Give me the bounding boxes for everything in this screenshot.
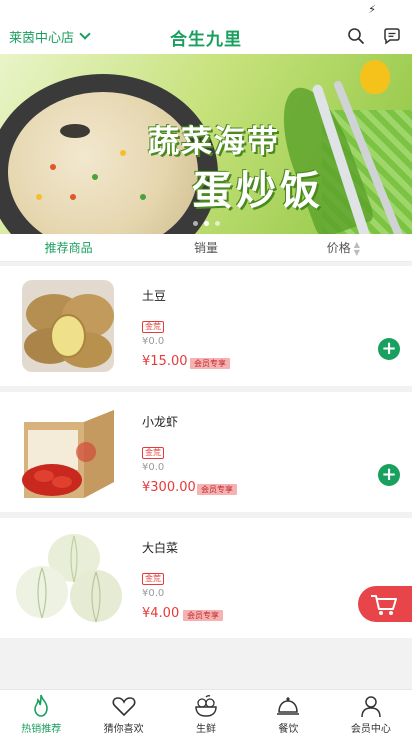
cloche-icon bbox=[277, 697, 300, 715]
product-card[interactable]: 土豆 金荒 ¥0.0 ¥15.00 会员专享 + bbox=[0, 266, 412, 386]
tab-fresh[interactable]: 生鲜 bbox=[165, 690, 247, 734]
sort-sales[interactable]: 销量 bbox=[137, 234, 274, 261]
carousel-dot[interactable] bbox=[192, 221, 198, 226]
product-tag: 金荒 bbox=[142, 447, 164, 459]
chat-icon[interactable] bbox=[382, 26, 402, 46]
potato-image bbox=[22, 280, 114, 372]
sort-price-label: 价格 bbox=[326, 241, 351, 255]
charging-icon: ⚡ bbox=[368, 3, 376, 16]
product-tag: 金荒 bbox=[142, 573, 164, 585]
product-name: 小龙虾 bbox=[142, 415, 179, 429]
tab-member[interactable]: 会员中心 bbox=[330, 690, 412, 734]
heart-icon bbox=[112, 697, 136, 717]
pea-piece bbox=[92, 174, 98, 180]
product-list: 土豆 金荒 ¥0.0 ¥15.00 会员专享 + 小龙虾 金荒 ¥0.0 ¥30… bbox=[0, 266, 412, 644]
add-to-cart-button[interactable]: + bbox=[378, 338, 400, 360]
vip-badge: 会员专享 bbox=[197, 484, 237, 495]
bottom-tab-bar: 热销推荐 猜你喜欢 生鲜 餐饮 会员中心 bbox=[0, 689, 412, 734]
onion-image bbox=[16, 534, 122, 623]
user-icon bbox=[361, 696, 381, 718]
seaweed-piece bbox=[60, 124, 90, 138]
banner-title-line2: 蛋炒饭 bbox=[192, 168, 324, 214]
tab-hot[interactable]: 热销推荐 bbox=[0, 690, 82, 734]
promo-banner[interactable]: 蔬菜海带 蛋炒饭 bbox=[0, 54, 412, 234]
carrot-piece bbox=[50, 164, 56, 170]
product-old-price: ¥0.0 bbox=[142, 588, 165, 599]
search-icon[interactable] bbox=[346, 26, 366, 46]
banner-flower bbox=[360, 60, 390, 94]
top-bar: 莱茵中心店 合生九里 bbox=[0, 20, 412, 54]
tab-label: 生鲜 bbox=[196, 724, 217, 734]
carousel-indicator bbox=[0, 221, 412, 226]
product-card[interactable]: 大白菜 金荒 ¥0.0 ¥4.00 会员专享 bbox=[0, 518, 412, 638]
produce-icon bbox=[195, 695, 217, 717]
tab-label: 会员中心 bbox=[350, 724, 391, 734]
product-price: ¥300.00 bbox=[142, 480, 196, 495]
cart-icon bbox=[371, 595, 397, 615]
tab-label: 热销推荐 bbox=[21, 724, 62, 734]
status-bar: ⚡ bbox=[0, 0, 412, 20]
flame-icon bbox=[34, 694, 49, 717]
product-price: ¥15.00 bbox=[142, 354, 188, 369]
sort-arrows-icon: ▲ ▼ bbox=[353, 239, 360, 257]
sort-recommended[interactable]: 推荐商品 bbox=[0, 234, 137, 261]
tab-guess[interactable]: 猜你喜欢 bbox=[82, 690, 164, 734]
sort-price[interactable]: 价格 ▲ ▼ bbox=[275, 234, 412, 261]
cart-button[interactable] bbox=[358, 586, 412, 622]
carrot-piece bbox=[70, 194, 76, 200]
product-name: 大白菜 bbox=[142, 541, 179, 555]
crayfish-image bbox=[22, 410, 114, 498]
tab-dining[interactable]: 餐饮 bbox=[247, 690, 329, 734]
app-screen: ⚡ 莱茵中心店 合生九里 蔬菜海带 蛋炒饭 推荐商品 销量 价格 ▲ ▼ 土豆 … bbox=[0, 0, 412, 734]
tab-label: 猜你喜欢 bbox=[103, 724, 144, 734]
product-name: 土豆 bbox=[142, 289, 167, 303]
carousel-dot-active[interactable] bbox=[203, 221, 209, 226]
vip-badge: 会员专享 bbox=[190, 358, 230, 369]
pea-piece bbox=[140, 194, 146, 200]
product-old-price: ¥0.0 bbox=[142, 336, 165, 347]
tab-label: 餐饮 bbox=[278, 724, 299, 734]
product-card[interactable]: 小龙虾 金荒 ¥0.0 ¥300.00 会员专享 + bbox=[0, 392, 412, 512]
vip-badge: 会员专享 bbox=[183, 610, 223, 621]
carousel-dot[interactable] bbox=[214, 221, 220, 226]
product-old-price: ¥0.0 bbox=[142, 462, 165, 473]
sort-bar: 推荐商品 销量 价格 ▲ ▼ bbox=[0, 234, 412, 262]
banner-title-line1: 蔬菜海带 bbox=[148, 124, 280, 160]
corn-piece bbox=[120, 150, 126, 156]
product-tag: 金荒 bbox=[142, 321, 164, 333]
product-price: ¥4.00 bbox=[142, 606, 180, 621]
add-to-cart-button[interactable]: + bbox=[378, 464, 400, 486]
corn-piece bbox=[36, 194, 42, 200]
